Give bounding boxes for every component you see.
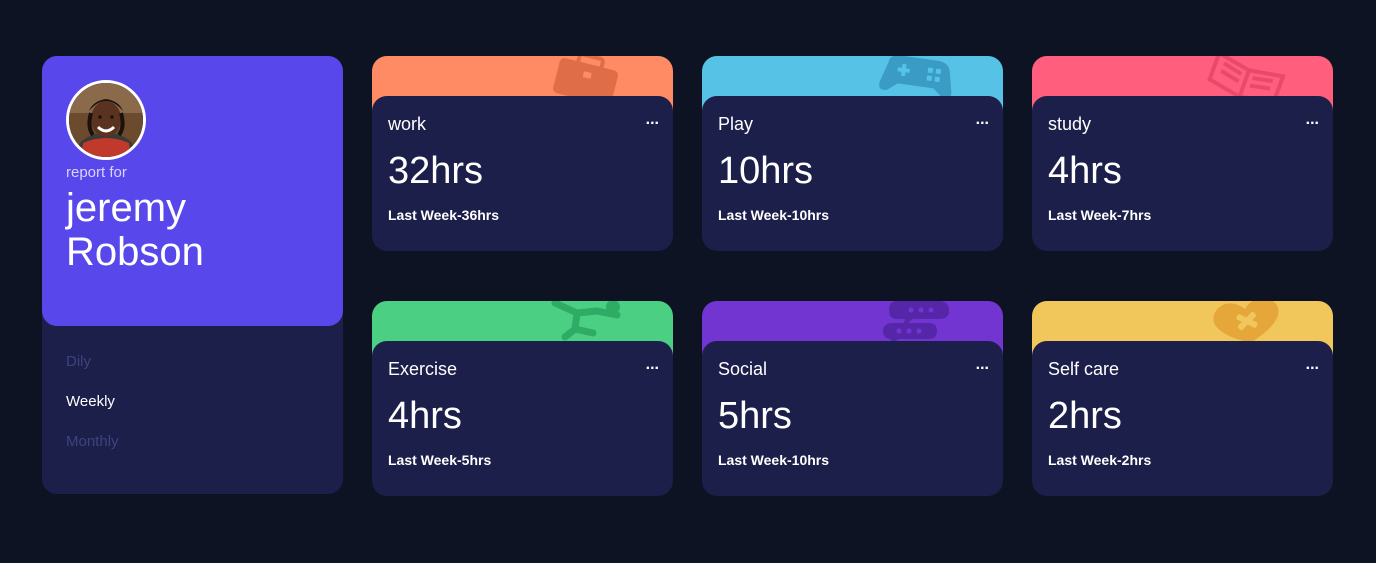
activity-card-work: work ... 32hrs Last Week-36hrs: [372, 56, 673, 251]
card-body: work ... 32hrs Last Week-36hrs: [372, 96, 673, 251]
activity-card-social: Social ... 5hrs Last Week-10hrs: [702, 301, 1003, 496]
profile-header: report for jeremy Robson: [42, 56, 343, 326]
ellipsis-icon[interactable]: ...: [646, 355, 659, 375]
chat-icon: [883, 301, 949, 345]
previous-hours: Last Week-2hrs: [1048, 452, 1152, 468]
ellipsis-icon[interactable]: ...: [646, 110, 659, 130]
previous-hours: Last Week-36hrs: [388, 207, 500, 223]
previous-hours: Last Week-7hrs: [1048, 207, 1152, 223]
ellipsis-icon[interactable]: ...: [976, 110, 989, 130]
period-option-weekly[interactable]: Weekly: [66, 392, 119, 432]
profile-card: report for jeremy Robson Dily Weekly Mon…: [42, 56, 343, 494]
time-tracking-dashboard: report for jeremy Robson Dily Weekly Mon…: [0, 0, 1376, 563]
previous-hours: Last Week-10hrs: [718, 452, 830, 468]
ellipsis-icon[interactable]: ...: [1306, 110, 1319, 130]
period-option-monthly[interactable]: Monthly: [66, 432, 119, 472]
current-hours: 4hrs: [388, 395, 462, 437]
current-hours: 32hrs: [388, 150, 484, 192]
report-for-label: report for: [66, 164, 127, 181]
avatar-image: [69, 83, 143, 157]
card-body: Exercise ... 4hrs Last Week-5hrs: [372, 341, 673, 496]
ellipsis-icon[interactable]: ...: [976, 355, 989, 375]
current-hours: 4hrs: [1048, 150, 1122, 192]
card-body: Play ... 10hrs Last Week-10hrs: [702, 96, 1003, 251]
card-title: Self care: [1048, 359, 1120, 379]
avatar: [66, 80, 146, 160]
briefcase-icon: [553, 56, 618, 100]
gamepad-icon: [879, 56, 952, 99]
card-body: study ... 4hrs Last Week-7hrs: [1032, 96, 1333, 251]
ellipsis-icon[interactable]: ...: [1306, 355, 1319, 375]
activity-card-study: study ... 4hrs Last Week-7hrs: [1032, 56, 1333, 251]
current-hours: 10hrs: [718, 150, 814, 192]
heart-icon: [1213, 301, 1279, 343]
current-hours: 5hrs: [718, 395, 792, 437]
current-hours: 2hrs: [1048, 395, 1122, 437]
card-title: study: [1048, 114, 1092, 134]
card-body: Social ... 5hrs Last Week-10hrs: [702, 341, 1003, 496]
card-title: Social: [718, 359, 768, 379]
activity-card-play: Play ... 10hrs Last Week-10hrs: [702, 56, 1003, 251]
running-icon: [551, 301, 621, 341]
period-selector: Dily Weekly Monthly: [66, 352, 119, 472]
card-body: Self care ... 2hrs Last Week-2hrs: [1032, 341, 1333, 496]
activity-card-exercise: Exercise ... 4hrs Last Week-5hrs: [372, 301, 673, 496]
previous-hours: Last Week-10hrs: [718, 207, 830, 223]
previous-hours: Last Week-5hrs: [388, 452, 492, 468]
period-option-daily[interactable]: Dily: [66, 352, 119, 392]
user-name: jeremy Robson: [66, 186, 204, 274]
card-title: work: [388, 114, 427, 134]
card-title: Play: [718, 114, 754, 134]
card-title: Exercise: [388, 359, 458, 379]
activity-card-self-care: Self care ... 2hrs Last Week-2hrs: [1032, 301, 1333, 496]
book-icon: [1207, 56, 1286, 100]
